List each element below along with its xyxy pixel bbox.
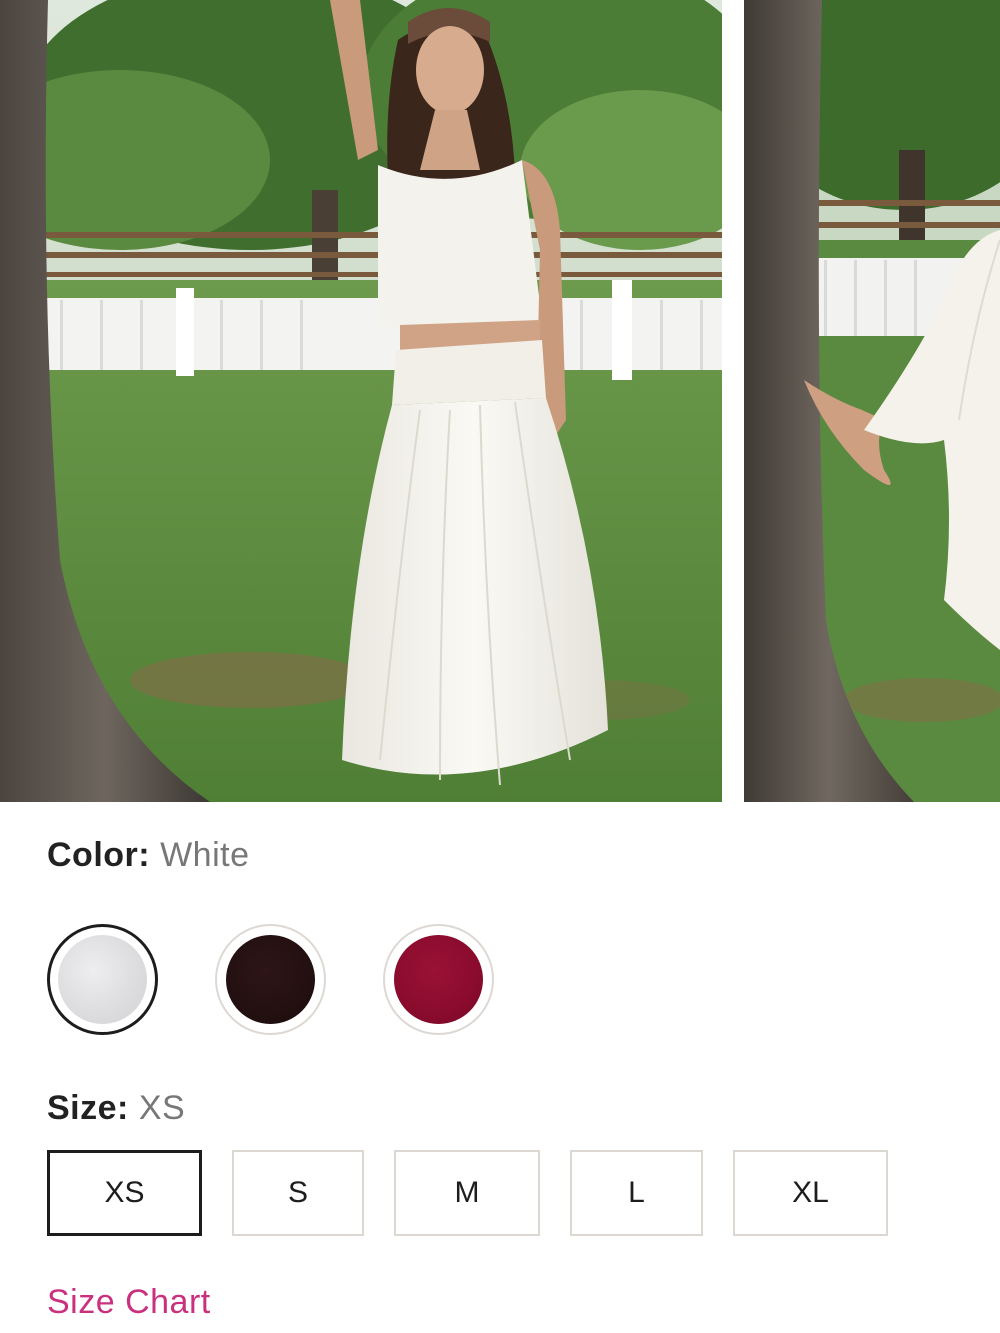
model-front-illustration (0, 0, 722, 802)
color-swatch-black-fill (226, 935, 315, 1024)
size-option-s[interactable]: S (232, 1150, 364, 1236)
size-chart-link[interactable]: Size Chart (47, 1283, 211, 1322)
product-image-carousel[interactable] (0, 0, 1000, 802)
product-image-main[interactable] (0, 0, 722, 802)
color-swatch-white-fill (58, 935, 147, 1024)
color-swatch-white[interactable] (47, 924, 158, 1035)
selected-size-value: XS (138, 1089, 186, 1127)
color-swatch-burgundy-fill (394, 935, 483, 1024)
color-heading: Color: White (47, 836, 250, 875)
size-label: Size: (47, 1089, 129, 1127)
size-option-xs[interactable]: XS (47, 1150, 202, 1236)
color-swatch-burgundy[interactable] (383, 924, 494, 1035)
size-heading: Size: XS (47, 1089, 185, 1128)
color-swatch-black[interactable] (215, 924, 326, 1035)
selected-color-value: White (160, 836, 250, 874)
color-label: Color: (47, 836, 151, 874)
product-image-secondary[interactable] (744, 0, 1000, 802)
size-option-l[interactable]: L (570, 1150, 703, 1236)
size-option-xl[interactable]: XL (733, 1150, 888, 1236)
size-option-m[interactable]: M (394, 1150, 540, 1236)
skirt-detail-illustration (744, 0, 1000, 802)
